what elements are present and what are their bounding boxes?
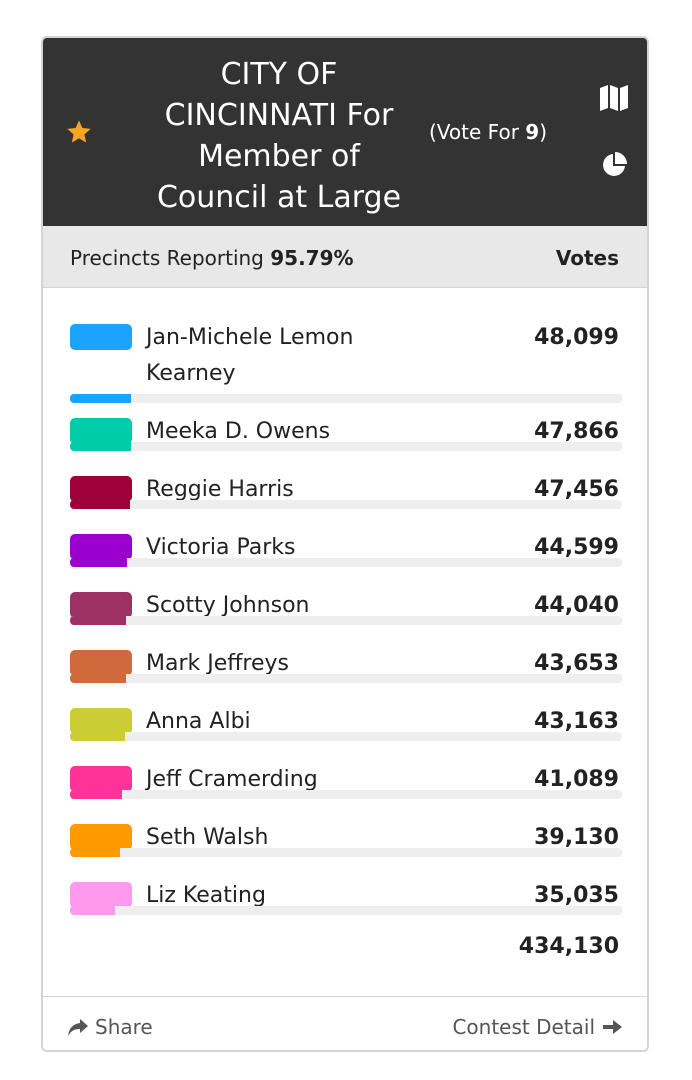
contest-header: CITY OF CINCINNATI For Member of Council… [43,38,647,226]
precincts-value: 95.79% [270,246,354,270]
vote-share-bar-fill [70,906,115,915]
candidate-color-swatch [70,324,132,350]
share-label: Share [95,1015,153,1039]
vote-share-bar-fill [70,848,120,857]
precincts-reporting: Precincts Reporting 95.79% [70,246,354,270]
map-icon[interactable] [599,84,629,112]
vote-share-bar-fill [70,674,126,683]
vote-share-bar [70,674,622,683]
vote-share-bar [70,848,622,857]
candidate-color-swatch [70,708,132,734]
vote-for-label: (Vote For 9) [429,120,548,144]
arrow-right-icon [603,1020,622,1034]
candidate-color-swatch [70,534,132,560]
vote-share-bar [70,394,622,403]
vote-share-bar [70,616,622,625]
vote-share-bar-fill [70,500,131,509]
candidate-name: Jan-Michele Lemon Kearney [146,325,354,386]
vote-share-bar [70,558,622,567]
vote-share-bar [70,442,622,451]
candidate-color-swatch [70,650,132,676]
vote-share-bar-fill [70,394,132,403]
vote-for-count: 9 [525,120,540,144]
contest-title: CITY OF CINCINNATI For Member of Council… [156,57,402,215]
pie-chart-icon[interactable] [600,151,628,179]
star-icon[interactable] [65,118,93,146]
vote-share-bar [70,906,622,915]
contest-detail-button[interactable]: Contest Detail [452,1015,623,1039]
votes-column-header: Votes [555,246,619,270]
vote-share-bar-fill [70,616,126,625]
candidate-votes: 48,099 [534,325,619,350]
share-arrow-icon [68,1019,88,1036]
vote-share-bar [70,500,622,509]
card-footer: Share Contest Detail [43,996,647,1050]
candidate-color-swatch [70,592,132,618]
candidate-color-swatch [70,418,132,444]
candidate-color-swatch [70,476,132,502]
vote-share-bar-fill [70,558,127,567]
candidate-color-swatch [70,824,132,850]
candidate-color-swatch [70,882,132,908]
results-subheader: Precincts Reporting 95.79% Votes [43,226,647,288]
candidate-color-swatch [70,766,132,792]
total-votes: 434,130 [518,934,619,959]
vote-share-bar [70,732,622,741]
contest-detail-label: Contest Detail [452,1015,595,1039]
vote-share-bar-fill [70,790,123,799]
vote-share-bar [70,790,622,799]
vote-share-bar-fill [70,732,125,741]
share-button[interactable]: Share [67,1015,153,1039]
vote-share-bar-fill [70,442,131,451]
contest-card: CITY OF CINCINNATI For Member of Council… [41,36,649,1052]
